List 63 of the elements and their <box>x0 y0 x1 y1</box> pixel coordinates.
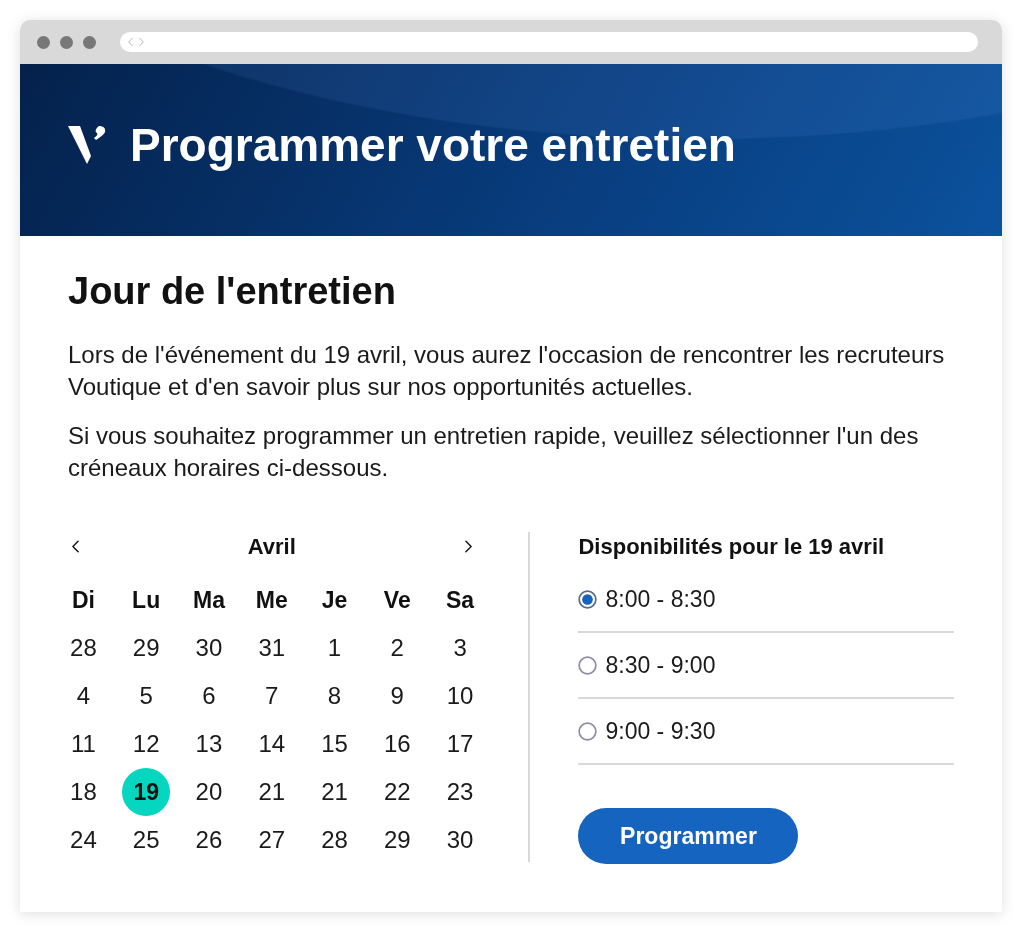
calendar-day[interactable]: 16 <box>373 720 422 768</box>
time-slot-option[interactable]: 8:00 - 8:30 <box>578 581 716 617</box>
calendar-day[interactable]: 18 <box>59 768 108 816</box>
calendar-day[interactable]: 9 <box>373 672 422 720</box>
intro-paragraph: Si vous souhaitez programmer un entretien rapide, veuillez sélectionner l'un des créneaux horaires ci-dessous. <box>68 421 920 483</box>
intro-paragraph: Lors de l'événement du 19 avril, vous aurez l'occasion de rencontrer les recruteurs Voutique et d'en savoir plus sur nos opportunités actuelles. <box>68 340 946 402</box>
window-control-icon[interactable] <box>37 35 50 49</box>
calendar-day[interactable]: 20 <box>184 768 233 816</box>
calendar-day[interactable]: 17 <box>436 720 485 768</box>
page-title: Programmer votre entretien <box>130 118 736 172</box>
calendar-day[interactable]: 28 <box>59 624 108 672</box>
calendar-day[interactable]: 26 <box>184 816 233 864</box>
month-label: Avril <box>247 532 296 561</box>
calendar-day[interactable]: 6 <box>184 672 233 720</box>
chevron-left-icon <box>128 37 133 47</box>
calendar-day[interactable]: 27 <box>247 816 296 864</box>
submit-button[interactable]: Programmer <box>578 808 799 864</box>
calendar-day[interactable]: 12 <box>122 720 171 768</box>
logo-icon <box>68 126 106 164</box>
calendar-day[interactable]: 1 <box>310 624 359 672</box>
weekday-label: Lu <box>132 585 161 615</box>
weekday-label: Ve <box>383 585 411 615</box>
calendar-day[interactable]: 13 <box>184 720 233 768</box>
calendar-day[interactable]: 8 <box>310 672 359 720</box>
time-slot-option[interactable]: 9:00 - 9:30 <box>578 713 716 749</box>
chevron-left-icon <box>71 539 79 553</box>
time-slot-option[interactable]: 8:30 - 9:00 <box>578 647 716 683</box>
calendar-day[interactable]: 22 <box>373 768 422 816</box>
weekday-label: Di <box>71 585 95 615</box>
weekday-label: Ma <box>192 585 225 615</box>
radio-icon[interactable] <box>578 655 598 675</box>
radio-icon[interactable] <box>578 721 598 741</box>
calendar-day[interactable]: 29 <box>122 624 171 672</box>
calendar-day[interactable]: 11 <box>59 720 108 768</box>
calendar-day[interactable]: 28 <box>310 816 359 864</box>
calendar-day[interactable]: 4 <box>59 672 108 720</box>
weekday-label: Je <box>321 585 348 615</box>
weekday-label: Me <box>255 585 288 615</box>
calendar-day[interactable]: 24 <box>59 816 108 864</box>
calendar-day[interactable]: 15 <box>310 720 359 768</box>
calendar-day[interactable]: 7 <box>247 672 296 720</box>
calendar-day[interactable]: 30 <box>436 816 485 864</box>
calendar-day[interactable]: 19 <box>122 768 171 816</box>
weekday-label: Sa <box>446 585 475 615</box>
calendar-day[interactable]: 21 <box>247 768 296 816</box>
calendar-day[interactable]: 31 <box>247 624 296 672</box>
availability-heading: Disponibilités pour le 19 avril <box>578 533 886 561</box>
calendar-day[interactable]: 2 <box>373 624 422 672</box>
calendar-day[interactable]: 25 <box>122 816 171 864</box>
chevron-right-icon <box>464 539 472 553</box>
calendar-day[interactable]: 3 <box>436 624 485 672</box>
window-control-icon[interactable] <box>83 35 96 49</box>
section-heading: Jour de l'entretien <box>68 269 397 313</box>
calendar-day[interactable]: 29 <box>373 816 422 864</box>
calendar-day[interactable]: 14 <box>247 720 296 768</box>
calendar-day[interactable]: 30 <box>184 624 233 672</box>
calendar-day[interactable]: 5 <box>122 672 171 720</box>
calendar-day[interactable]: 23 <box>436 768 485 816</box>
calendar-day[interactable]: 10 <box>436 672 485 720</box>
chevron-right-icon <box>139 37 144 47</box>
window-control-icon[interactable] <box>60 35 73 49</box>
calendar-day[interactable]: 21 <box>310 768 359 816</box>
radio-icon[interactable] <box>578 589 598 609</box>
